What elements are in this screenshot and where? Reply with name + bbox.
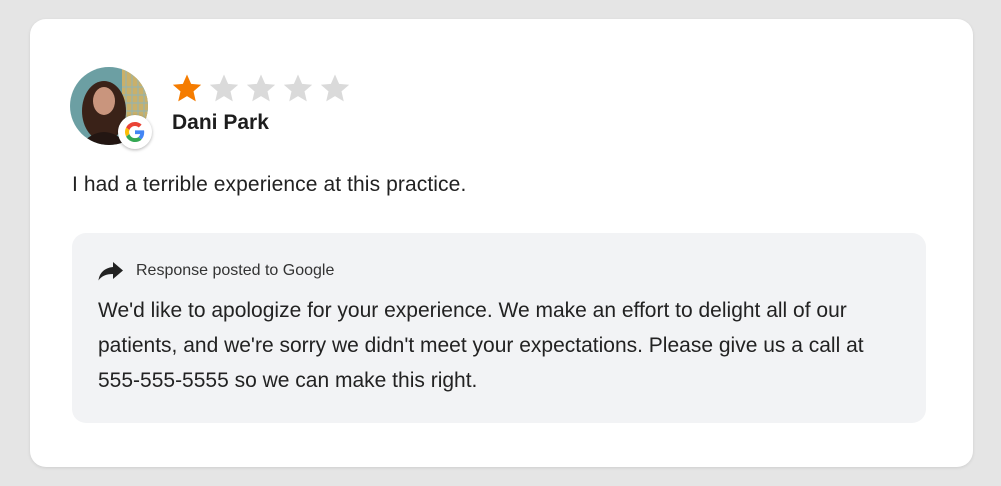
- star-icon: [209, 74, 239, 102]
- star-icon: [283, 74, 313, 102]
- reviewer-avatar-wrap: [70, 67, 152, 149]
- review-card: Dani Park I had a terrible experience at…: [30, 19, 973, 467]
- review-text: I had a terrible experience at this prac…: [72, 173, 467, 196]
- star-icon: [246, 74, 276, 102]
- owner-response: Response posted to Google We'd like to a…: [72, 233, 926, 423]
- response-text: We'd like to apologize for your experien…: [98, 299, 864, 392]
- star-rating: [170, 71, 352, 105]
- response-label: Response posted to Google: [136, 262, 335, 279]
- google-icon: [118, 115, 152, 149]
- star-icon: [172, 74, 202, 102]
- reply-arrow-icon: [98, 262, 123, 281]
- reviewer-name: Dani Park: [172, 111, 269, 134]
- response-header: Response posted to Google: [98, 261, 334, 281]
- star-icon: [320, 74, 350, 102]
